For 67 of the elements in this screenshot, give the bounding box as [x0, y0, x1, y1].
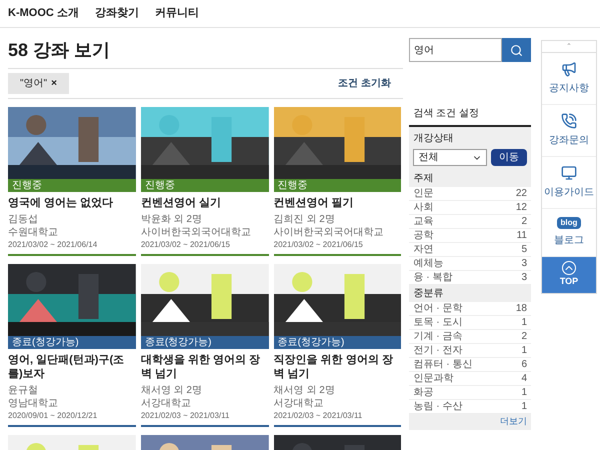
filter-option[interactable]: 예체능 3	[409, 257, 531, 271]
course-school: 사이버한국외국어대학교	[140, 226, 252, 239]
scroll-up-button[interactable]: ˆ	[542, 41, 596, 53]
course-dates: 2021/03/02 ~ 2021/06/15	[274, 239, 364, 250]
filter-option[interactable]: 인문 22	[409, 187, 531, 201]
search-field[interactable]: 영어	[409, 38, 502, 62]
status-label: 종료(청강가능)	[140, 336, 269, 349]
filter-option[interactable]: 인문과학 4	[409, 372, 531, 386]
quick-menu-item[interactable]: 이용가이드	[542, 157, 596, 209]
course-author: 채서영 외 2명	[274, 384, 336, 397]
course-title[interactable]: 컨벤션영어 실기	[140, 196, 269, 210]
course-school: 사이버한국외국어대학교	[274, 226, 385, 239]
section-heading: 개강상태	[413, 132, 454, 146]
nav-link[interactable]: 강좌찾기	[94, 5, 139, 22]
filter-option[interactable]: 화공 1	[409, 386, 531, 400]
section-heading: 중분류	[409, 285, 531, 302]
phone-icon	[561, 113, 577, 129]
filter-option[interactable]: 언어 · 문학 18	[409, 302, 531, 316]
course-school: 수원대학교	[8, 226, 59, 239]
filter-option[interactable]: 교육 2	[409, 215, 531, 229]
search-button[interactable]	[502, 38, 531, 62]
course-dates: 2021/02/03 ~ 2021/03/11	[274, 410, 364, 421]
course-author: 채서영 외 2명	[140, 384, 203, 397]
course-school: 서강대학교	[140, 397, 192, 410]
filter-option[interactable]: 자연 5	[409, 243, 531, 257]
filter-option[interactable]: 공학 11	[409, 229, 531, 243]
course-title[interactable]: 직장인을 위한 영어의 장벽 넘기	[274, 353, 402, 381]
filter-option[interactable]: 전기 · 전자 1	[409, 344, 531, 358]
page-heading: 58 강좌 보기	[8, 38, 110, 62]
course-author: 박윤화 외 2명	[140, 213, 203, 226]
course-dates: 2021/03/02 ~ 2021/06/15	[140, 239, 232, 250]
status-label: 진행중	[274, 179, 402, 192]
course-author: 김희진 외 2명	[274, 213, 336, 226]
course-title[interactable]: 대학생을 위한 영어의 장벽 넘기	[140, 353, 269, 381]
megaphone-icon	[561, 61, 577, 77]
top-button[interactable]: TOP	[542, 257, 596, 292]
filter-option[interactable]: 사회 12	[409, 201, 531, 215]
nav-link[interactable]: K-MOOC 소개	[8, 5, 79, 22]
reset-link[interactable]: 조건 초기화	[338, 76, 403, 91]
course-dates: 2021/03/02 ~ 2021/06/14	[8, 239, 98, 250]
course-title[interactable]: 영국에 영어는 없었다	[8, 196, 136, 210]
status-label: 종료(청강가능)	[8, 336, 136, 349]
go-button[interactable]: 이동	[491, 149, 527, 166]
course-school: 영남대학교	[8, 397, 59, 410]
course-dates: 2020/09/01 ~ 2020/12/21	[8, 410, 98, 421]
filter-option[interactable]: 컴퓨터 · 통신 6	[409, 358, 531, 372]
status-label: 종료(청강가능)	[274, 336, 402, 349]
quick-menu-item[interactable]: 공지사항	[542, 53, 596, 105]
filter-chip[interactable]: "영어" ×	[8, 73, 69, 94]
search-icon	[510, 44, 523, 56]
course-title[interactable]: 컨벤션영어 필기	[274, 196, 402, 210]
course-title[interactable]: 영어, 일단패(턴과)구(조를)보자	[8, 353, 136, 381]
nav-link[interactable]: 커뮤니티	[154, 5, 199, 22]
course-dates: 2021/02/03 ~ 2021/03/11	[140, 410, 230, 421]
section-heading: 주제	[409, 170, 531, 187]
status-label: 진행중	[140, 179, 269, 192]
course-school: 서강대학교	[274, 397, 325, 410]
status-select[interactable]: 전체	[413, 149, 487, 166]
course-author: 김동섭	[8, 213, 39, 226]
status-label: 진행중	[8, 179, 136, 192]
monitor-icon	[561, 165, 577, 181]
filter-option[interactable]: 기계 · 금속 2	[409, 330, 531, 344]
course-author: 윤규철	[8, 384, 39, 397]
blog-badge: blog	[556, 217, 582, 229]
more-link[interactable]: 더보기	[500, 415, 527, 428]
filter-option[interactable]: 토목 · 도시 1	[409, 316, 531, 330]
quick-menu-item[interactable]: 강좌문의	[542, 105, 596, 157]
